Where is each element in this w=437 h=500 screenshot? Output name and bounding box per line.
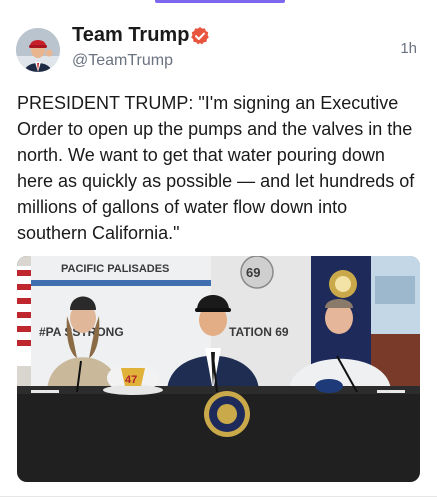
station-text: TATION 69 xyxy=(229,325,289,339)
banner-text: PACIFIC PALISADES xyxy=(61,263,169,275)
post-timestamp[interactable]: 1h xyxy=(400,40,417,57)
helmet-number: 47 xyxy=(125,374,137,386)
press-conference-photo: PACIFIC PALISADES #PA SSTRONG 69 TATION … xyxy=(17,256,420,482)
station-badge-number: 69 xyxy=(246,265,260,280)
author-handle[interactable]: @TeamTrump xyxy=(72,52,173,70)
avatar[interactable] xyxy=(16,28,60,72)
avatar-image xyxy=(16,28,60,72)
post-media-image[interactable]: PACIFIC PALISADES #PA SSTRONG 69 TATION … xyxy=(17,256,420,482)
verified-badge-icon xyxy=(191,27,209,45)
post-text: PRESIDENT TRUMP: "I'm signing an Executi… xyxy=(17,93,415,243)
divider xyxy=(0,496,437,497)
author-name[interactable]: Team Trump xyxy=(72,24,189,47)
post-card[interactable]: Team Trump @TeamTrump 1h PRESIDENT TRUMP… xyxy=(0,0,437,500)
